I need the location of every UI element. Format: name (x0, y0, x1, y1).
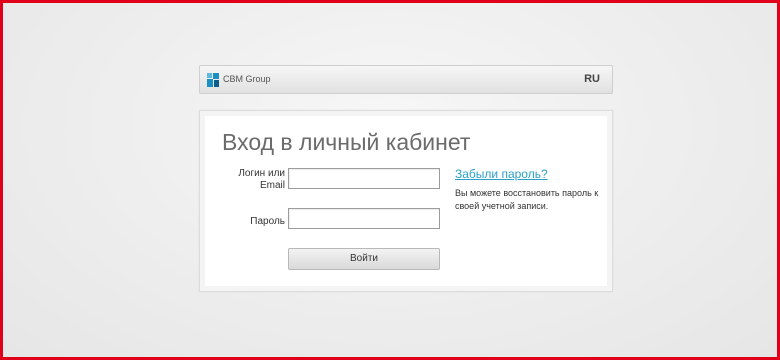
login-label: Логин или Email (238, 168, 285, 191)
password-label: Пароль (250, 216, 285, 227)
page-title: Вход в личный кабинет (222, 129, 471, 155)
language-switcher[interactable]: RU (584, 73, 600, 85)
forgot-password-link[interactable]: Забыли пароль? (455, 167, 548, 181)
login-button[interactable]: Войти (288, 248, 440, 270)
login-form: Вход в личный кабинет Логин или Email Па… (205, 116, 607, 286)
cbm-logo-icon (207, 73, 219, 87)
login-panel: Вход в личный кабинет Логин или Email Па… (199, 110, 613, 292)
forgot-password-hint: Вы можете восстановить пароль к своей уч… (455, 188, 599, 211)
page-frame: CBM Group RU Вход в личный кабинет Логин… (0, 0, 780, 360)
header-bar: CBM Group RU (199, 65, 613, 94)
login-input[interactable] (288, 168, 440, 189)
brand-name: CBM Group (223, 74, 271, 84)
password-input[interactable] (288, 208, 440, 229)
